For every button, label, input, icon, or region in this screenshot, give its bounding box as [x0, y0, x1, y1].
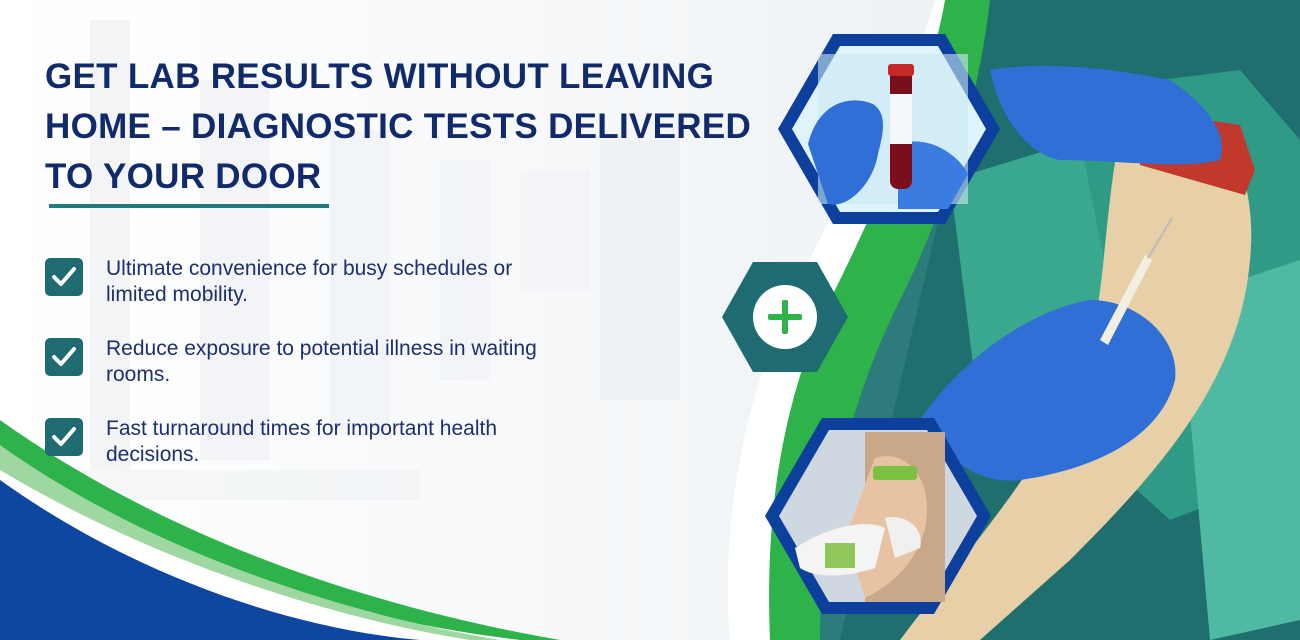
blood-draw-hexagon [765, 418, 991, 614]
test-tube-hexagon [778, 34, 1000, 224]
content-column: GET LAB RESULTS WITHOUT LEAVING HOME – D… [45, 52, 765, 496]
benefit-text: Ultimate convenience for busy schedules … [106, 257, 513, 306]
banner: GET LAB RESULTS WITHOUT LEAVING HOME – D… [0, 0, 1300, 640]
headline-line-3: TO YOUR DOOR [45, 157, 322, 196]
headline-line-1: GET LAB RESULTS WITHOUT LEAVING [45, 57, 715, 96]
check-icon [45, 418, 83, 456]
benefit-text: Reduce exposure to potential illness in … [106, 337, 537, 386]
list-item: Ultimate convenience for busy schedules … [45, 256, 765, 308]
list-item: Fast turnaround times for important heal… [45, 416, 765, 468]
headline-line-2: HOME – DIAGNOSTIC TESTS DELIVERED [45, 107, 752, 146]
benefits-list: Ultimate convenience for busy schedules … [45, 256, 765, 468]
check-icon [45, 258, 83, 296]
check-icon [45, 338, 83, 376]
headline: GET LAB RESULTS WITHOUT LEAVING HOME – D… [45, 52, 765, 202]
headline-underline [49, 204, 329, 208]
benefit-text: Fast turnaround times for important heal… [106, 417, 498, 466]
list-item: Reduce exposure to potential illness in … [45, 336, 765, 388]
